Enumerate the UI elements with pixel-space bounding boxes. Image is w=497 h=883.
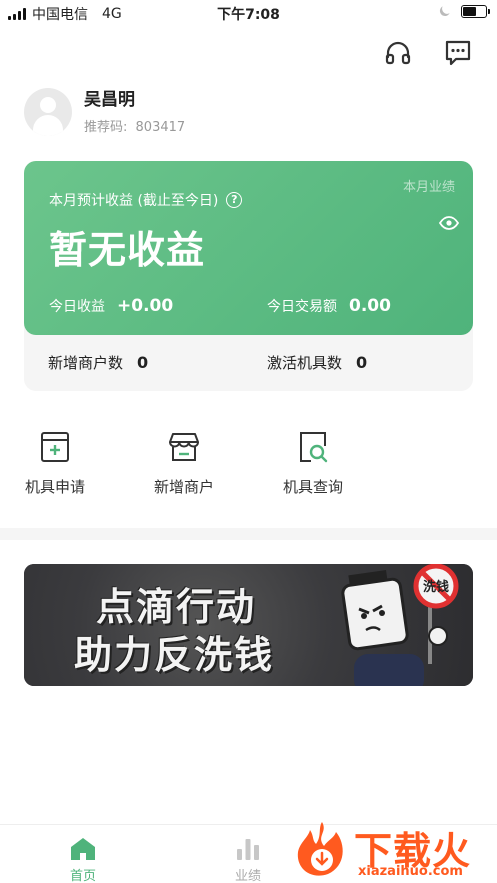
mascot-illustration: 洗钱 xyxy=(341,564,459,686)
status-bar: 中国电信 4G 下午7:08 xyxy=(0,0,497,26)
activated-devices-stat: 激活机具数 0 xyxy=(267,352,367,373)
new-merchants-value: 0 xyxy=(137,353,149,372)
earnings-card-container: 本月业绩 本月预计收益 (截止至今日) ? 暂无收益 今日收益 +0.00 今日… xyxy=(24,161,473,391)
tab-performance[interactable]: 业绩 xyxy=(208,837,288,883)
banner-line2: 助力反洗钱 xyxy=(74,633,275,677)
quick-action-device-search[interactable]: 机具查询 xyxy=(258,430,368,497)
new-merchants-stat: 新增商户数 0 xyxy=(48,352,148,373)
headset-icon[interactable] xyxy=(383,38,413,68)
new-merchants-label: 新增商户数 xyxy=(48,354,124,372)
user-name: 吴昌明 xyxy=(84,90,135,110)
earnings-card: 本月业绩 本月预计收益 (截止至今日) ? 暂无收益 今日收益 +0.00 今日… xyxy=(24,161,473,335)
today-volume-label: 今日交易额 xyxy=(267,299,337,315)
avatar-body xyxy=(33,115,63,136)
profile-text: 吴昌明 推荐码: 803417 xyxy=(84,89,185,135)
home-icon xyxy=(71,838,95,860)
moon-icon xyxy=(439,6,450,17)
today-earnings-label: 今日收益 xyxy=(49,299,105,315)
banner-line1: 点滴行动 xyxy=(96,585,257,629)
today-earnings-value: +0.00 xyxy=(117,296,174,316)
earnings-value: 暂无收益 xyxy=(49,228,206,272)
bar-chart-icon xyxy=(237,839,259,860)
today-volume-value: 0.00 xyxy=(349,296,391,316)
tab-home[interactable]: 首页 xyxy=(43,837,123,883)
device-search-icon xyxy=(300,432,328,463)
watermark-url: xiazaihuo.com xyxy=(358,864,463,879)
store-icon xyxy=(169,433,199,461)
quick-action-label: 机具查询 xyxy=(282,478,343,496)
quick-action-label: 机具申请 xyxy=(24,478,85,496)
quick-action-label: 新增商户 xyxy=(153,478,214,496)
referral-line: 推荐码: 803417 xyxy=(84,116,185,135)
monthly-performance-link[interactable]: 本月业绩 xyxy=(403,176,455,195)
battery-fill xyxy=(463,7,477,16)
today-volume: 今日交易额 0.00 xyxy=(267,296,391,316)
device-apply-icon xyxy=(41,432,69,462)
quick-action-device-apply[interactable]: 机具申请 xyxy=(0,430,110,497)
message-dots-icon[interactable] xyxy=(443,38,473,68)
profile-section[interactable]: 吴昌明 推荐码: 803417 xyxy=(24,88,185,136)
today-earnings: 今日收益 +0.00 xyxy=(49,296,173,316)
earnings-label-row: 本月预计收益 (截止至今日) ? xyxy=(49,190,243,210)
avatar[interactable] xyxy=(24,88,72,136)
status-time: 下午7:08 xyxy=(217,7,280,23)
avatar-head xyxy=(40,97,56,113)
battery-icon xyxy=(461,5,490,18)
referral-label: 推荐码: xyxy=(84,120,128,135)
anti-money-laundering-banner[interactable]: 点滴行动 助力反洗钱 洗钱 xyxy=(24,564,473,686)
eye-icon[interactable] xyxy=(439,216,459,230)
referral-code: 803417 xyxy=(135,120,186,135)
section-divider xyxy=(0,528,497,540)
help-icon[interactable]: ? xyxy=(226,192,243,208)
banner-sign-text: 洗钱 xyxy=(423,579,449,595)
quick-action-new-merchant[interactable]: 新增商户 xyxy=(129,430,239,497)
tab-home-label: 首页 xyxy=(69,869,96,883)
earnings-label: 本月预计收益 (截止至今日) xyxy=(49,193,219,209)
status-right xyxy=(438,5,490,18)
watermark: 下载火 xiazaihuo.com xyxy=(292,818,497,883)
flame-logo-icon xyxy=(297,822,343,876)
activated-devices-label: 激活机具数 xyxy=(267,354,343,372)
activated-devices-value: 0 xyxy=(356,353,368,372)
tab-performance-label: 业绩 xyxy=(234,869,261,883)
